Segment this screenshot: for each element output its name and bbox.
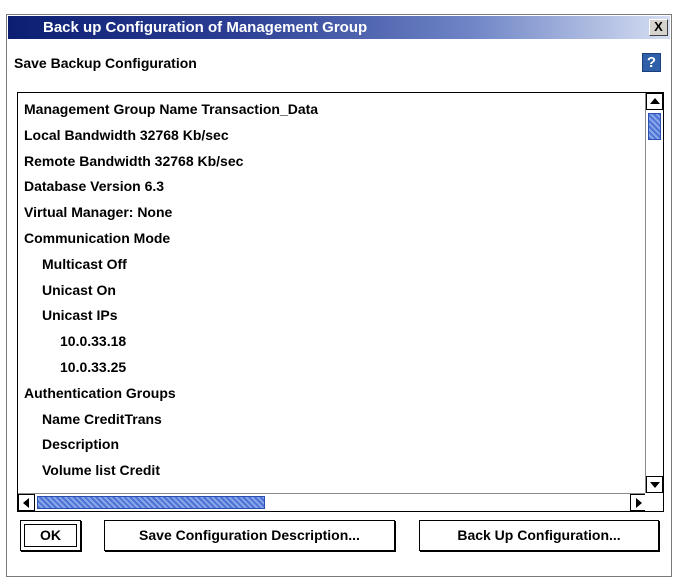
config-line: Volume list Credit: [42, 462, 160, 479]
config-line: Management Group Name Transaction_Data: [24, 101, 319, 117]
config-line: Database Version 6.3: [24, 178, 165, 195]
config-line: Unicast On: [42, 281, 116, 298]
dialog-title: Back up Configuration of Management Grou…: [43, 19, 368, 36]
help-icon: ?: [646, 54, 657, 71]
arrow-down-icon: [650, 482, 660, 488]
config-line: Name CreditTrans: [42, 410, 162, 427]
config-line: Unicast IPs: [42, 307, 118, 324]
vertical-scroll-thumb[interactable]: [648, 113, 661, 140]
scrollbar-corner: [645, 493, 663, 511]
save-configuration-description-button[interactable]: Save Configuration Description...: [104, 520, 395, 551]
scroll-up-button[interactable]: [646, 93, 663, 110]
ok-button[interactable]: OK: [20, 520, 81, 551]
section-heading: Save Backup Configuration: [14, 55, 197, 71]
vertical-scrollbar[interactable]: [645, 93, 663, 493]
arrow-right-icon: [636, 498, 642, 508]
config-line: Multicast Off: [42, 255, 127, 272]
backup-config-dialog: Back up Configuration of Management Grou…: [6, 14, 672, 577]
config-line: 10.0.33.25: [60, 358, 127, 375]
arrow-left-icon: [23, 498, 29, 508]
scroll-left-button[interactable]: [18, 494, 35, 511]
horizontal-scrollbar[interactable]: [18, 493, 647, 511]
config-line: Remote Bandwidth 32768 Kb/sec: [24, 152, 244, 169]
title-bar[interactable]: Back up Configuration of Management Grou…: [8, 16, 670, 39]
config-line: 10.0.33.18: [60, 333, 127, 350]
scroll-down-button[interactable]: [646, 476, 663, 493]
config-line: Virtual Manager: None: [24, 204, 173, 221]
horizontal-scroll-thumb[interactable]: [37, 496, 265, 509]
config-line: Local Bandwidth 32768 Kb/sec: [24, 126, 229, 143]
arrow-up-icon: [650, 98, 660, 104]
configuration-text-area[interactable]: Management Group Name Transaction_Data Lo…: [17, 92, 664, 512]
close-button[interactable]: X: [649, 19, 668, 36]
back-up-configuration-button[interactable]: Back Up Configuration...: [419, 520, 659, 551]
config-line: Description: [42, 436, 120, 453]
configuration-lines: Management Group Name Transaction_Data Lo…: [18, 97, 643, 487]
config-line: Authentication Groups: [24, 384, 176, 401]
config-line: Communication Mode: [24, 229, 171, 246]
help-button[interactable]: ?: [642, 53, 661, 72]
close-icon: X: [654, 19, 663, 34]
config-line: EBSD: [18, 484, 643, 487]
